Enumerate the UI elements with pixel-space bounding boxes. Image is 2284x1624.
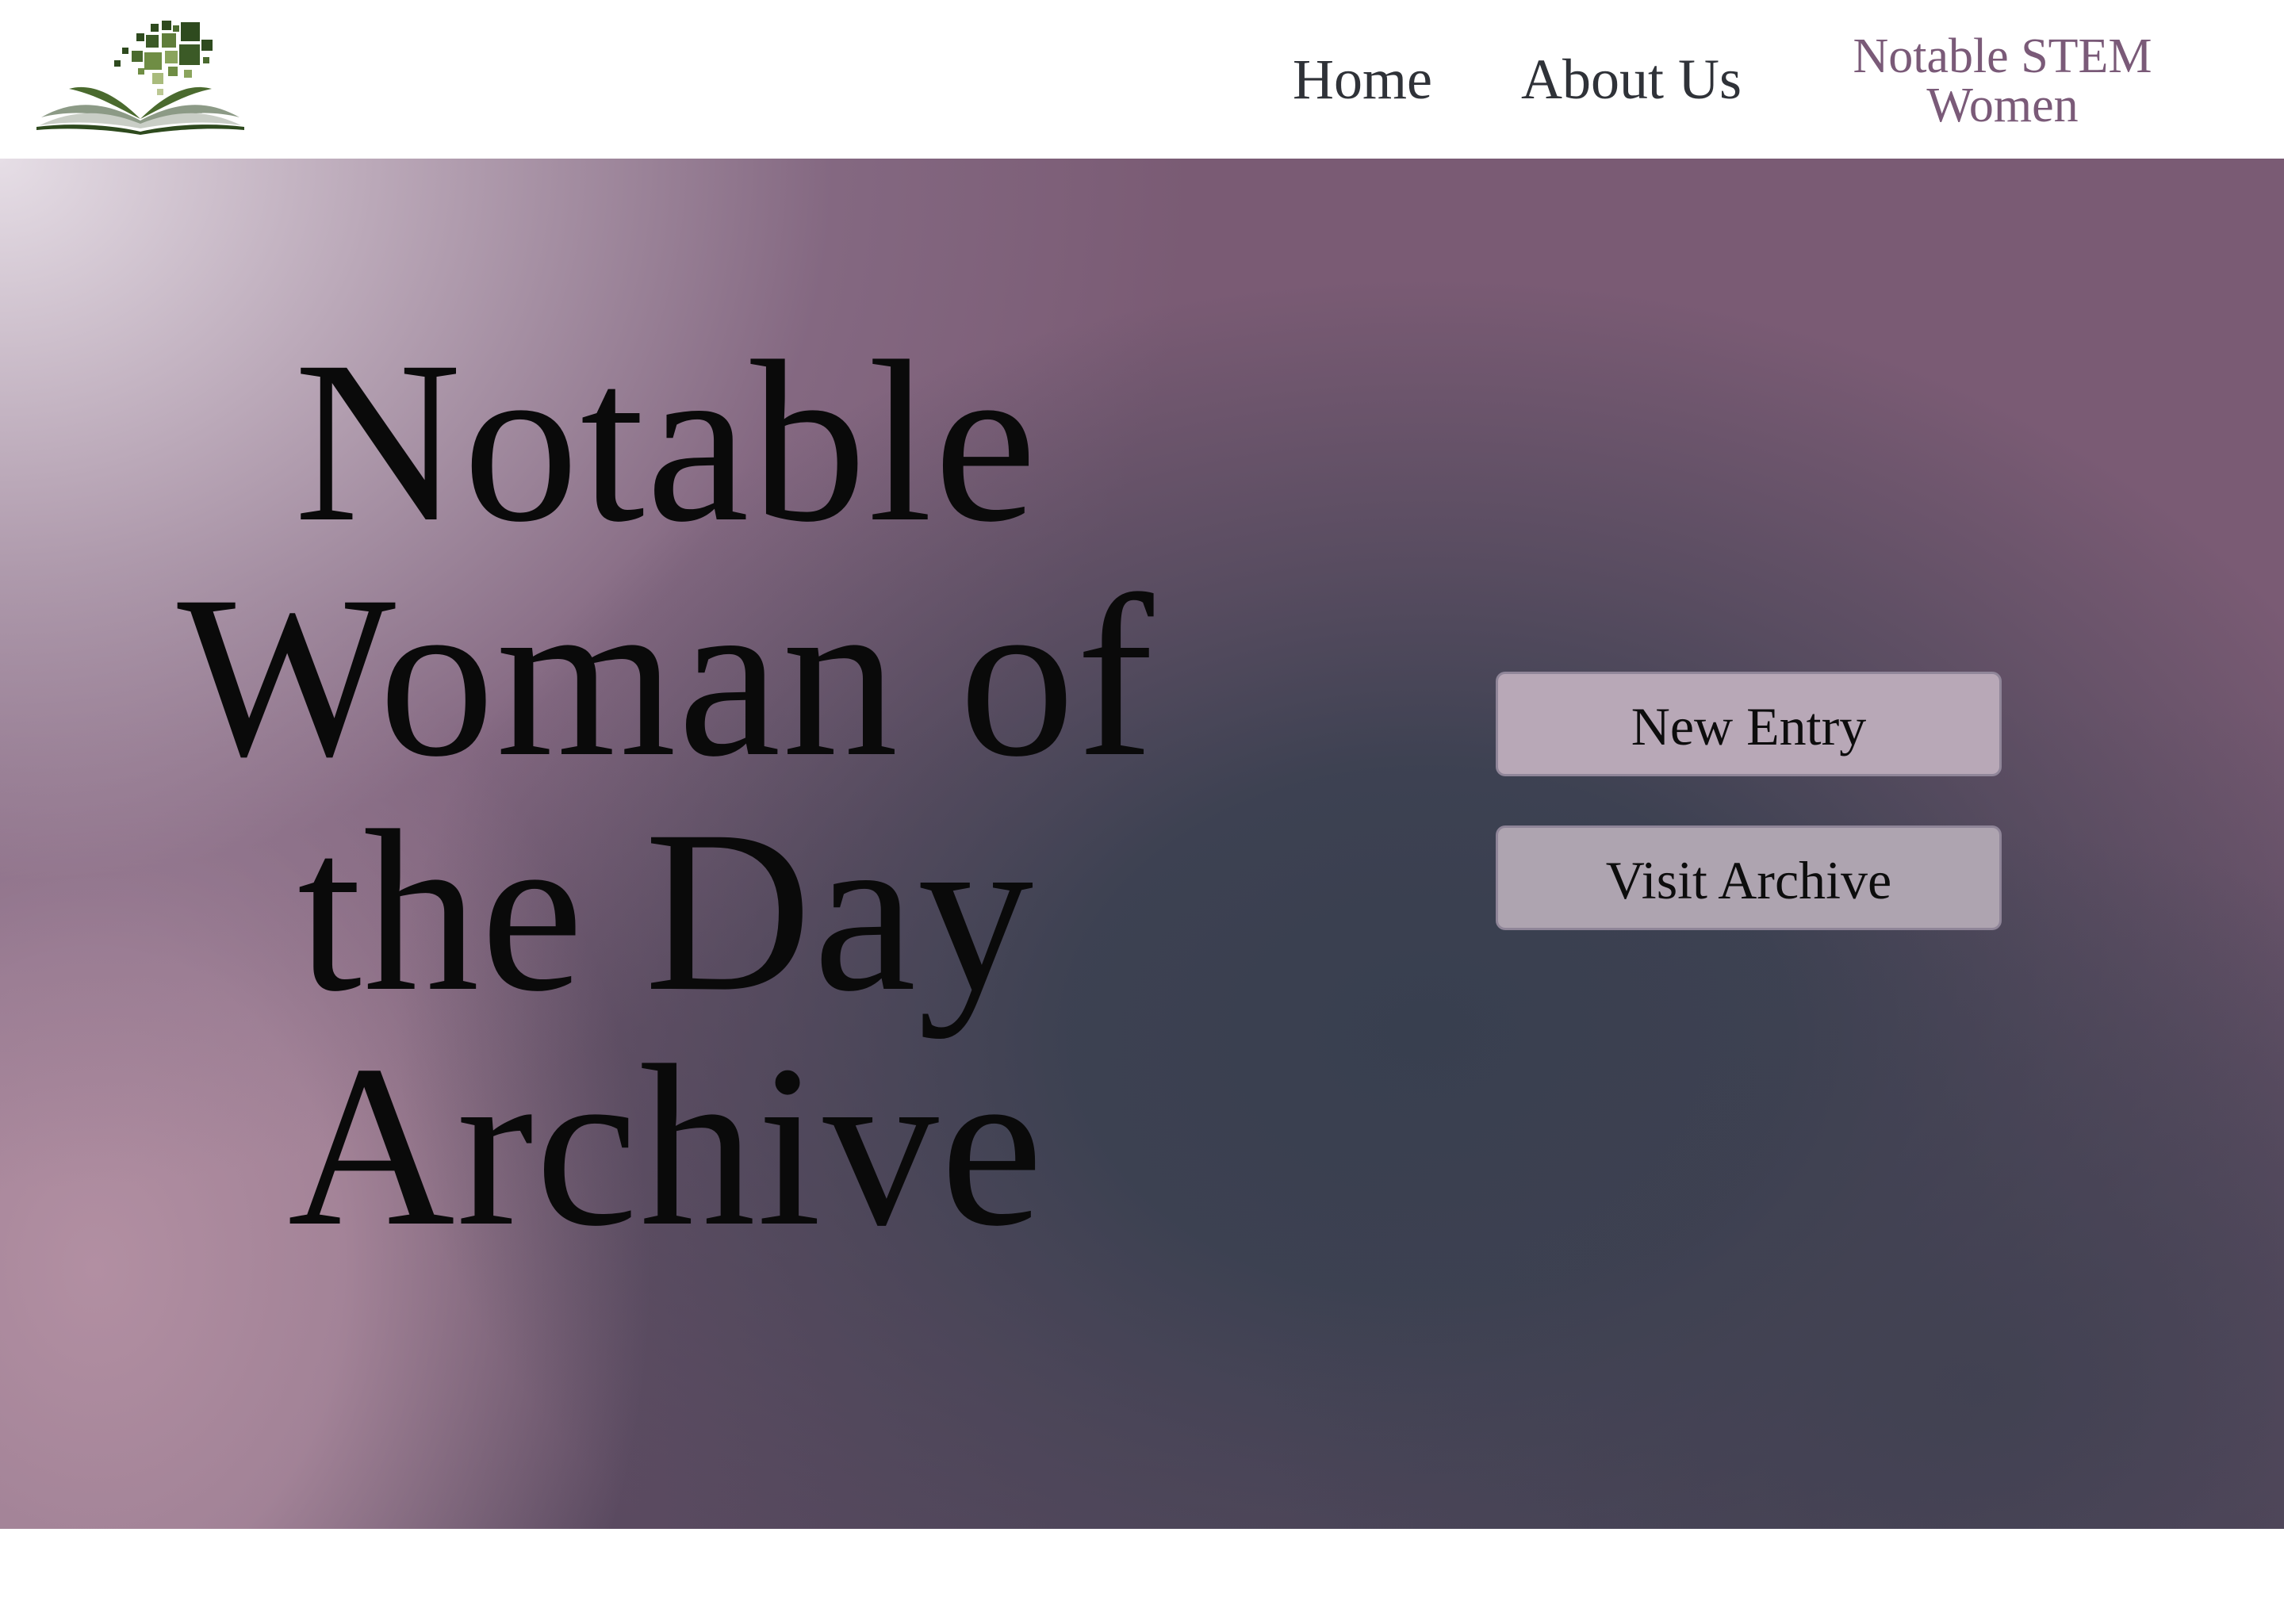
open-book-logo-icon: [36, 21, 244, 135]
site-header: Home About Us Notable STEM Women: [0, 0, 2284, 159]
hero-title-line: the Day: [297, 783, 1036, 1040]
nav-about-link[interactable]: About Us: [1521, 48, 1742, 111]
hero-title-line: Archive: [287, 1018, 1045, 1274]
nav-brand-line2: Women: [1926, 79, 2079, 132]
new-entry-button[interactable]: New Entry: [1496, 672, 2002, 776]
hero-title: Notable Woman of the Day Archive: [63, 325, 1269, 1264]
hero-section: Notable Woman of the Day Archive New Ent…: [0, 159, 2284, 1529]
hero-title-line: Woman of: [177, 549, 1155, 805]
hero-title-line: Notable: [293, 314, 1039, 570]
nav-home-link[interactable]: Home: [1293, 48, 1432, 111]
logo[interactable]: [25, 16, 255, 135]
page: Home About Us Notable STEM Women Notable…: [0, 0, 2284, 1624]
nav-brand-link[interactable]: Notable STEM Women: [1824, 32, 2181, 130]
visit-archive-button[interactable]: Visit Archive: [1496, 825, 2002, 930]
nav-brand-line1: Notable STEM: [1853, 29, 2152, 83]
